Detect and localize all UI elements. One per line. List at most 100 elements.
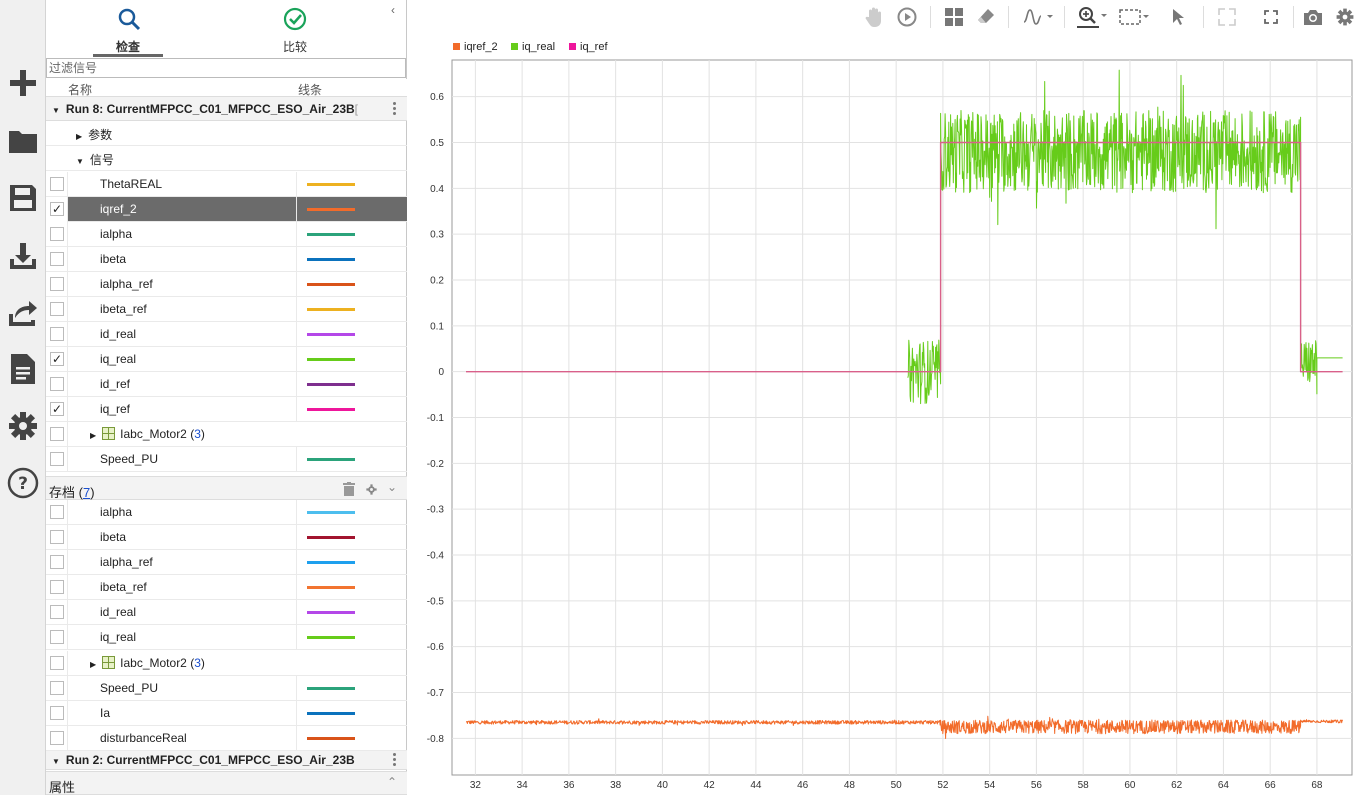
signal-row-id-real[interactable]: id_real [46,600,407,625]
new-session-icon[interactable] [7,66,39,100]
signal-checkbox[interactable] [50,327,64,341]
signal-row-ialpha[interactable]: ialpha [46,500,407,525]
signal-checkbox[interactable] [50,427,64,441]
open-folder-icon[interactable] [7,124,39,158]
line-style-cell[interactable] [296,575,407,600]
import-icon[interactable] [7,239,39,273]
signal-row-thetareal[interactable]: ThetaREAL [46,172,407,197]
expand-triangle-icon[interactable]: ▶ [76,132,82,141]
tab-inspect[interactable]: 检查 [93,0,163,58]
signal-checkbox[interactable] [50,452,64,466]
group-row-iabc-motor2[interactable]: ▶ Iabc_Motor2 (3) [46,422,407,447]
run-2-menu-icon[interactable] [393,753,397,767]
line-style-cell[interactable] [296,525,407,550]
archive-settings-gear-icon[interactable] [366,484,377,495]
line-color-swatch[interactable] [307,712,355,715]
save-icon[interactable] [7,181,39,215]
line-color-swatch[interactable] [307,208,355,211]
line-style-cell[interactable] [296,347,407,372]
signal-checkbox[interactable] [50,505,64,519]
signal-checkbox[interactable] [50,706,64,720]
line-color-swatch[interactable] [307,636,355,639]
signal-checkbox[interactable]: ✓ [50,402,64,416]
signal-checkbox[interactable] [50,277,64,291]
export-icon[interactable] [7,296,39,330]
line-color-swatch[interactable] [307,511,355,514]
line-style-cell[interactable] [296,172,407,197]
archive-count-link[interactable]: 7 [83,485,90,500]
signal-checkbox[interactable] [50,530,64,544]
signal-checkbox[interactable] [50,555,64,569]
line-color-swatch[interactable] [307,333,355,336]
signal-row-ibeta-ref[interactable]: ibeta_ref [46,575,407,600]
line-color-swatch[interactable] [307,737,355,740]
help-icon[interactable]: ? [7,466,39,500]
trash-icon[interactable] [343,482,355,496]
line-style-cell[interactable] [296,676,407,701]
signal-row-iq-ref[interactable]: ✓ iq_ref [46,397,407,422]
tree-node-params[interactable]: ▶ 参数 [46,121,407,146]
signal-checkbox[interactable] [50,252,64,266]
signal-row-ialpha-ref[interactable]: ialpha_ref [46,272,407,297]
signal-row-id-real[interactable]: id_real [46,322,407,347]
tree-node-signals[interactable]: ▼ 信号 [46,146,407,171]
signal-checkbox[interactable] [50,731,64,745]
line-color-swatch[interactable] [307,183,355,186]
line-color-swatch[interactable] [307,458,355,461]
filter-signals-input[interactable]: 过滤信号 [46,58,406,78]
expand-triangle-icon[interactable]: ▶ [90,660,96,669]
line-style-cell[interactable] [296,322,407,347]
signal-row-iq-real[interactable]: iq_real [46,625,407,650]
line-color-swatch[interactable] [307,536,355,539]
line-color-swatch[interactable] [307,687,355,690]
signal-checkbox[interactable] [50,302,64,316]
line-color-swatch[interactable] [307,408,355,411]
expand-triangle-icon[interactable]: ▶ [90,431,96,440]
archive-section-header[interactable]: 存档 (7) ⌄ [46,476,407,500]
collapse-triangle-icon[interactable]: ▼ [52,757,60,766]
signal-row-disturbancereal[interactable]: disturbanceReal [46,726,407,751]
line-style-cell[interactable] [296,297,407,322]
run-2-header[interactable]: ▼ Run 2: CurrentMFPCC_C01_MFPCC_ESO_Air_2… [46,750,407,770]
line-style-cell[interactable] [296,625,407,650]
chevron-up-icon[interactable]: ⌃ [387,775,397,789]
group-count-link[interactable]: 3 [194,656,201,670]
collapse-panel-icon[interactable]: ‹ [391,3,395,17]
signal-checkbox[interactable] [50,630,64,644]
signal-checkbox[interactable]: ✓ [50,352,64,366]
collapse-triangle-icon[interactable]: ▼ [52,106,60,115]
collapse-triangle-icon[interactable]: ▼ [76,157,84,166]
properties-section-header[interactable]: 属性 ⌃ [46,771,407,795]
signal-row-speed-pu[interactable]: Speed_PU [46,676,407,701]
chevron-down-icon[interactable]: ⌄ [387,480,397,494]
signal-checkbox[interactable] [50,177,64,191]
signal-checkbox[interactable] [50,580,64,594]
line-style-cell[interactable] [296,550,407,575]
settings-gear-icon[interactable] [7,409,39,443]
line-color-swatch[interactable] [307,258,355,261]
signal-row-ibeta[interactable]: ibeta [46,247,407,272]
line-color-swatch[interactable] [307,233,355,236]
signal-checkbox[interactable] [50,377,64,391]
line-style-cell[interactable] [296,600,407,625]
signal-checkbox[interactable]: ✓ [50,202,64,216]
line-color-swatch[interactable] [307,283,355,286]
signal-line-chart[interactable]: 32 34 36 38 40 42 44 46 48 50 52 54 56 58 60 62 64 66 68 0.… [408,0,1364,795]
tab-compare[interactable]: 比较 [260,0,330,58]
report-icon[interactable] [7,352,39,386]
line-style-cell[interactable] [296,222,407,247]
signal-checkbox[interactable] [50,605,64,619]
line-style-cell[interactable] [296,197,407,222]
signal-row-id-ref[interactable]: id_ref [46,372,407,397]
run-8-header[interactable]: ▼ Run 8: CurrentMFPCC_C01_MFPCC_ESO_Air_2… [46,97,407,121]
line-color-swatch[interactable] [307,561,355,564]
line-color-swatch[interactable] [307,611,355,614]
signal-row-ia[interactable]: Ia [46,701,407,726]
signal-row-iqref-2[interactable]: ✓ iqref_2 [46,197,407,222]
line-color-swatch[interactable] [307,358,355,361]
line-color-swatch[interactable] [307,308,355,311]
line-color-swatch[interactable] [307,383,355,386]
signal-checkbox[interactable] [50,227,64,241]
signal-row-ibeta[interactable]: ibeta [46,525,407,550]
line-style-cell[interactable] [296,447,407,472]
